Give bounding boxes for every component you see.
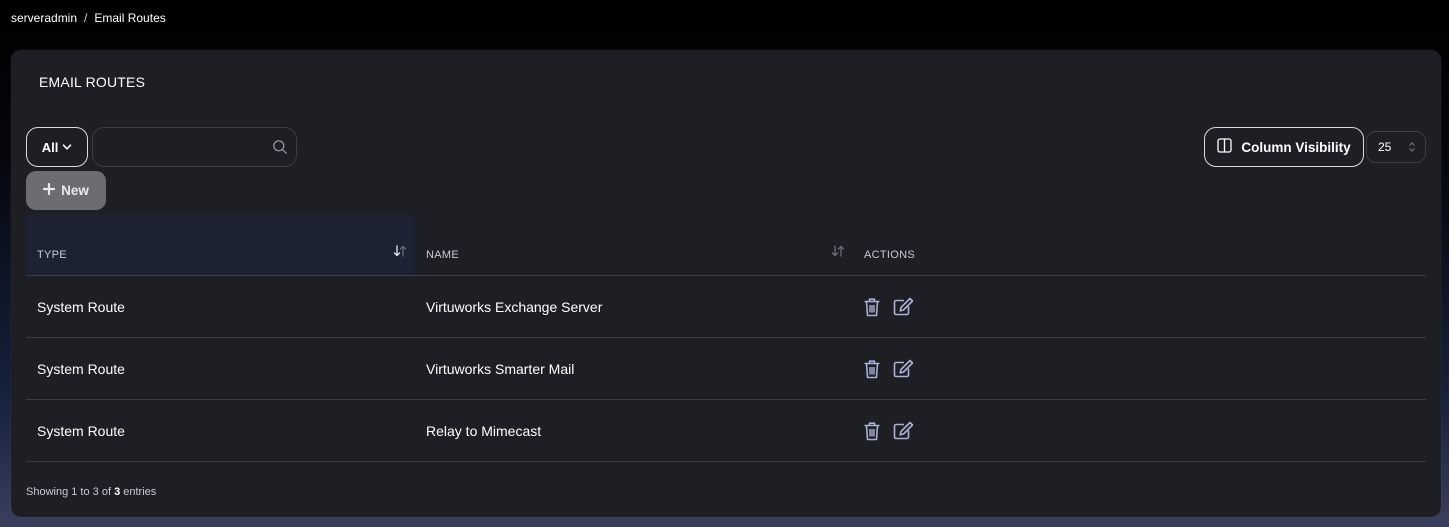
column-header-actions: ACTIONS <box>853 214 1426 275</box>
row-actions <box>863 276 914 337</box>
breadcrumb-parent[interactable]: serveradmin <box>11 11 77 25</box>
row-actions <box>863 400 914 461</box>
trash-icon[interactable] <box>863 297 881 317</box>
table-row: System Route Relay to Mimecast <box>26 400 1426 462</box>
column-header-type[interactable]: TYPE <box>26 214 415 275</box>
row-actions <box>863 338 914 399</box>
cell-type: System Route <box>37 298 125 315</box>
table-row: System Route Virtuworks Exchange Server <box>26 276 1426 338</box>
table-header: TYPE NAME ACTIONS <box>26 214 1426 276</box>
trash-icon[interactable] <box>863 421 881 441</box>
page-size-select[interactable]: 25 <box>1366 131 1426 163</box>
plus-icon <box>43 182 56 198</box>
column-header-name-label: NAME <box>426 249 459 261</box>
page-title: EMAIL ROUTES <box>39 74 146 90</box>
column-header-name[interactable]: NAME <box>415 214 853 275</box>
edit-icon[interactable] <box>893 359 914 378</box>
table-info: Showing 1 to 3 of 3 entries <box>26 486 156 498</box>
new-button-label: New <box>61 183 89 198</box>
edit-icon[interactable] <box>893 297 914 316</box>
page-size-value: 25 <box>1378 140 1392 154</box>
cell-name: Virtuworks Exchange Server <box>426 298 603 315</box>
column-visibility-button[interactable]: Column Visibility <box>1204 127 1364 167</box>
columns-icon <box>1217 138 1233 156</box>
sort-icon <box>393 245 407 260</box>
search-box <box>92 127 297 167</box>
new-route-button[interactable]: New <box>26 171 106 210</box>
column-header-actions-label: ACTIONS <box>864 249 915 261</box>
breadcrumb-current: Email Routes <box>94 11 166 25</box>
breadcrumb: serveradmin / Email Routes <box>11 11 166 25</box>
cell-type: System Route <box>37 422 125 439</box>
cell-name: Relay to Mimecast <box>426 422 542 439</box>
search-icon[interactable] <box>272 139 288 160</box>
breadcrumb-separator: / <box>84 11 88 25</box>
column-header-type-label: TYPE <box>37 249 67 261</box>
trash-icon[interactable] <box>863 359 881 379</box>
filter-dropdown-button[interactable]: All <box>26 127 88 167</box>
cell-name: Virtuworks Smarter Mail <box>426 360 575 377</box>
table-row: System Route Virtuworks Smarter Mail <box>26 338 1426 400</box>
email-routes-table: TYPE NAME ACTIONS System Route Virtuwork… <box>26 214 1426 462</box>
edit-icon[interactable] <box>893 421 914 440</box>
search-input[interactable] <box>93 128 296 166</box>
table-info-total: 3 <box>114 486 121 498</box>
table-info-prefix: Showing 1 to 3 of <box>26 486 112 498</box>
select-arrows-icon <box>1408 141 1416 156</box>
filter-label: All <box>41 139 59 155</box>
sort-icon <box>831 245 845 260</box>
chevron-down-icon <box>62 140 72 155</box>
table-info-suffix: entries <box>123 486 157 498</box>
column-visibility-label: Column Visibility <box>1241 139 1351 155</box>
cell-type: System Route <box>37 360 125 377</box>
email-routes-card: EMAIL ROUTES All Column Visibility 25 Ne… <box>11 50 1441 517</box>
